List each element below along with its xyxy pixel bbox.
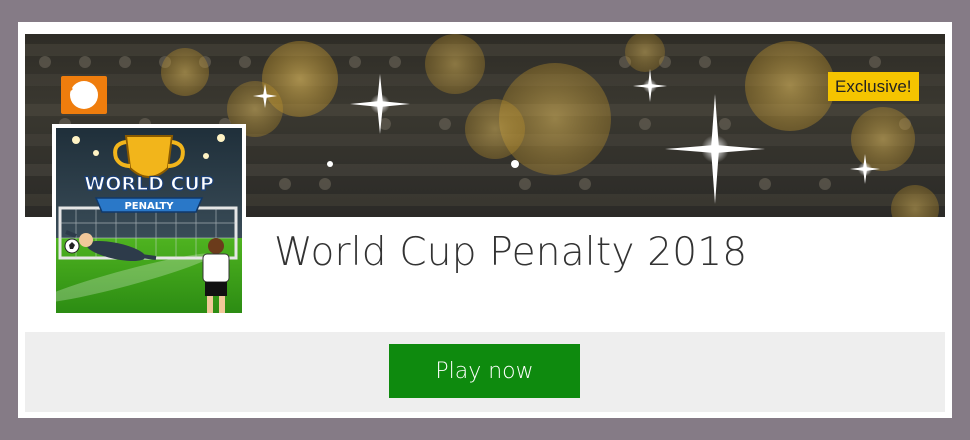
exclusive-badge: Exclusive! xyxy=(828,72,919,101)
game-title: World Cup Penalty 2018 xyxy=(274,230,748,275)
back-button[interactable] xyxy=(61,76,107,114)
chevron-left-icon xyxy=(64,77,98,109)
thumbnail-art: WORLD CUP PENALTY xyxy=(56,128,242,313)
play-now-button[interactable]: Play now xyxy=(389,344,580,398)
thumbnail-logo-subtitle: PENALTY xyxy=(124,201,174,212)
game-thumbnail[interactable]: WORLD CUP PENALTY xyxy=(52,124,246,317)
play-strip: Play now xyxy=(25,332,945,412)
thumbnail-logo-title: WORLD CUP xyxy=(84,173,214,195)
game-card: Exclusive! WORLD CUP PENALTY World Cup P… xyxy=(18,22,952,418)
